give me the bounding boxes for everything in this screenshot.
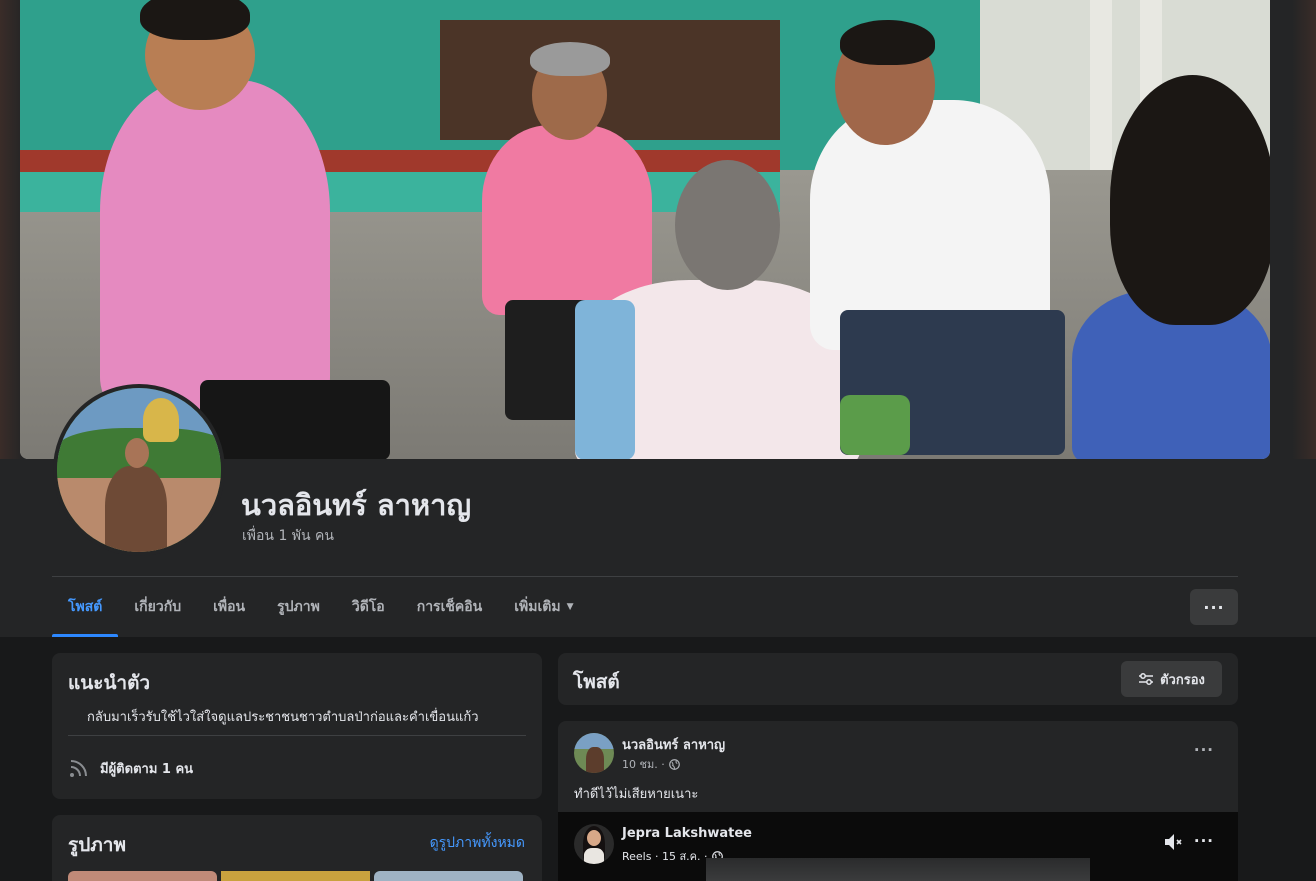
intro-title: แนะนำตัว bbox=[68, 672, 151, 694]
tab-photos[interactable]: รูปภาพ bbox=[261, 577, 336, 637]
intro-bio: กลับมาเร็วรับใช้ไวใส่ใจดูแลประชาชนชาวตำบ… bbox=[87, 710, 479, 725]
profile-friends-count[interactable]: เพื่อน 1 พัน คน bbox=[242, 525, 334, 547]
shared-author-name[interactable]: Jepra Lakshwatee bbox=[622, 826, 752, 841]
cover-person-hair bbox=[530, 42, 610, 76]
post-author-name[interactable]: นวลอินทร์ ลาหาญ bbox=[622, 734, 725, 755]
avatar-person-head bbox=[125, 438, 149, 468]
cover-person-hair bbox=[1110, 75, 1270, 325]
tab-videos[interactable]: วิดีโอ bbox=[336, 577, 401, 637]
filter-icon bbox=[1139, 673, 1154, 685]
photo-thumbnail[interactable] bbox=[68, 871, 217, 881]
tab-checkins[interactable]: การเช็คอิน bbox=[401, 577, 499, 637]
divider bbox=[68, 735, 526, 736]
tab-label: รูปภาพ bbox=[277, 599, 320, 615]
tab-label: โพสต์ bbox=[68, 599, 103, 615]
profile-avatar[interactable] bbox=[53, 384, 225, 556]
post-text: ทำดีไว้ไม่เสียหายเนาะ bbox=[574, 787, 699, 802]
avatar-buddha-statue bbox=[143, 398, 179, 442]
profile-more-button[interactable]: ··· bbox=[1190, 589, 1238, 625]
avatar-person bbox=[586, 747, 604, 773]
intro-card: แนะนำตัว กลับมาเร็วรับใช้ไวใส่ใจดูแลประช… bbox=[52, 653, 542, 799]
post-author-avatar[interactable] bbox=[574, 733, 614, 773]
shared-timestamp[interactable]: Reels · 15 ส.ค. · bbox=[622, 847, 708, 865]
tab-posts[interactable]: โพสต์ bbox=[52, 577, 119, 637]
post-card: นวลอินทร์ ลาหาญ 10 ชม. · ··· ทำดีไว้ไม่เ… bbox=[558, 721, 1238, 881]
tab-more[interactable]: เพิ่มเติม ▼ bbox=[498, 577, 589, 637]
post-options-button[interactable]: ··· bbox=[1194, 741, 1214, 759]
tab-about[interactable]: เกี่ยวกับ bbox=[118, 577, 197, 637]
followers-row[interactable]: มีผู้ติดตาม 1 คน bbox=[68, 757, 193, 779]
tab-label: เพิ่มเติม bbox=[514, 599, 561, 615]
avatar-person bbox=[105, 466, 167, 552]
photo-thumbnail[interactable] bbox=[374, 871, 523, 881]
cover-person-head bbox=[675, 160, 780, 290]
post-meta: 10 ชม. · bbox=[622, 755, 680, 773]
filter-label: ตัวกรอง bbox=[1160, 672, 1205, 688]
shared-author-avatar[interactable] bbox=[574, 824, 614, 864]
rss-icon bbox=[70, 760, 87, 777]
avatar-body bbox=[584, 848, 604, 864]
reel-video[interactable] bbox=[706, 858, 1090, 881]
cover-person-towel bbox=[575, 300, 635, 459]
cover-person bbox=[100, 80, 330, 410]
tab-friends[interactable]: เพื่อน bbox=[197, 577, 261, 637]
mute-icon[interactable] bbox=[1162, 831, 1184, 853]
cover-shelf bbox=[440, 20, 780, 140]
tab-label: การเช็คอิน bbox=[416, 599, 483, 615]
avatar-face bbox=[587, 830, 601, 846]
cover-person bbox=[482, 125, 652, 315]
tab-label: เกี่ยวกับ bbox=[134, 599, 182, 615]
tab-label: วิดีโอ bbox=[351, 599, 385, 615]
post-timestamp[interactable]: 10 ชม. · bbox=[622, 755, 665, 773]
cover-basket bbox=[840, 395, 910, 455]
tab-label: เพื่อน bbox=[213, 599, 246, 615]
posts-title: โพสต์ bbox=[573, 671, 620, 693]
filter-button[interactable]: ตัวกรอง bbox=[1121, 661, 1222, 697]
cover-person-hair bbox=[840, 20, 935, 65]
followers-count: มีผู้ติดตาม 1 คน bbox=[100, 761, 194, 777]
profile-tabs: โพสต์ เกี่ยวกับ เพื่อน รูปภาพ วิดีโอ การ… bbox=[52, 577, 590, 637]
shared-options-button[interactable]: ··· bbox=[1194, 832, 1214, 850]
posts-header-card: โพสต์ ตัวกรอง bbox=[558, 653, 1238, 705]
globe-icon bbox=[668, 758, 680, 770]
photos-title: รูปภาพ bbox=[68, 834, 126, 856]
cover-person-pants bbox=[200, 380, 390, 459]
see-all-photos-link[interactable]: ดูรูปภาพทั้งหมด bbox=[430, 832, 525, 854]
profile-name: นวลอินทร์ ลาหาญ bbox=[241, 488, 472, 522]
caret-down-icon: ▼ bbox=[566, 602, 574, 612]
shared-reel[interactable]: Jepra Lakshwatee Reels · 15 ส.ค. · ··· bbox=[558, 812, 1238, 881]
photo-thumbnail[interactable] bbox=[221, 871, 370, 881]
cover-person-hair bbox=[140, 0, 250, 40]
photos-card: รูปภาพ ดูรูปภาพทั้งหมด bbox=[52, 815, 542, 881]
